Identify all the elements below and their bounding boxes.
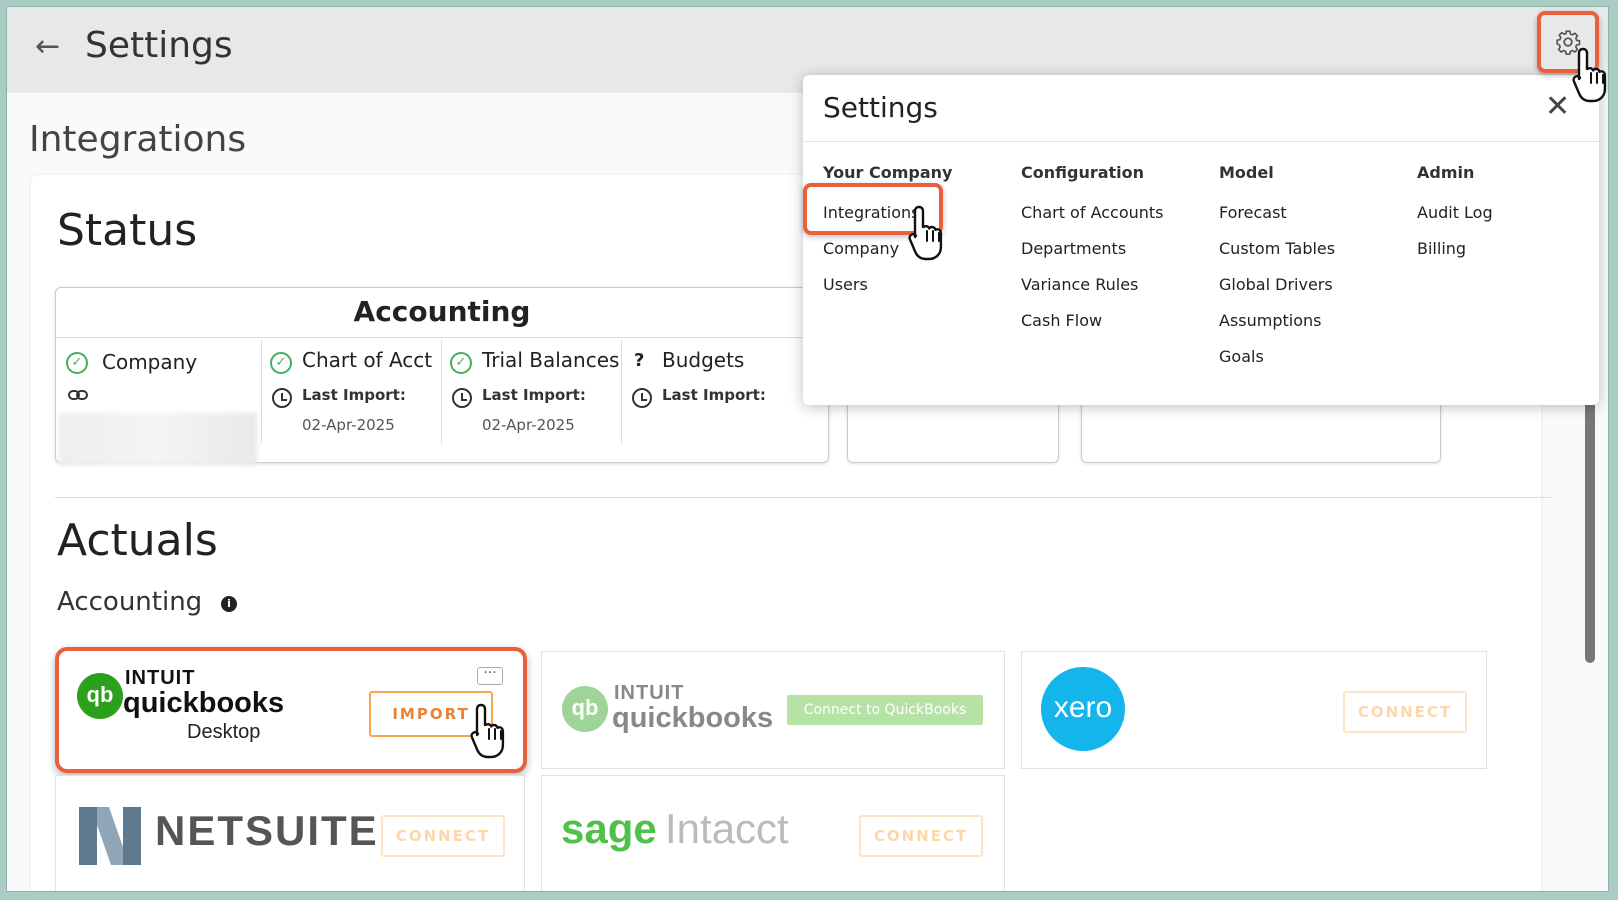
accounting-status-heading: Accounting	[56, 288, 828, 338]
popup-divider	[803, 141, 1599, 142]
clock-icon	[632, 388, 652, 408]
blurred-company-name	[59, 413, 257, 465]
menu-item-assumptions[interactable]: Assumptions	[1219, 311, 1321, 330]
close-icon[interactable]: ✕	[1545, 89, 1570, 124]
clock-icon	[272, 388, 292, 408]
connect-to-quickbooks-button[interactable]: Connect to QuickBooks	[787, 695, 983, 725]
app-window: ← Settings Integrations Status Accountin…	[6, 6, 1609, 892]
status-item-chart-of-acct: ✓ Chart of Acct Last Import: 02-Apr-2025	[262, 340, 442, 444]
status-item-name: Trial Balances	[482, 348, 620, 372]
check-circle-icon: ✓	[270, 352, 292, 374]
hand-cursor-icon	[470, 703, 505, 759]
brand-netsuite: NETSUITE	[155, 807, 379, 854]
menu-item-company[interactable]: Company	[823, 239, 899, 258]
last-import-date: 02-Apr-2025	[302, 416, 395, 434]
xero-logo-icon: xero	[1041, 667, 1125, 751]
menu-item-goals[interactable]: Goals	[1219, 347, 1264, 366]
netsuite-logo-icon	[79, 807, 141, 865]
menu-item-billing[interactable]: Billing	[1417, 239, 1466, 258]
last-import-label: Last Import:	[662, 386, 766, 404]
quickbooks-logo-icon: qb	[77, 673, 123, 719]
xero-connect-button[interactable]: CONNECT	[1343, 691, 1467, 733]
status-box-partial	[1081, 397, 1441, 463]
brand-quickbooks: quickbooks	[612, 702, 774, 734]
check-circle-icon: ✓	[66, 352, 88, 374]
status-item-name: Budgets	[662, 348, 745, 372]
quickbooks-logo-icon: qb	[562, 686, 608, 732]
back-arrow-icon[interactable]: ←	[35, 29, 60, 64]
page-title: Integrations	[29, 119, 247, 160]
netsuite-connect-button[interactable]: CONNECT	[381, 815, 505, 857]
question-icon: ?	[634, 350, 645, 371]
actuals-title: Actuals	[57, 515, 218, 566]
menu-item-integrations[interactable]: Integrations	[823, 203, 920, 222]
sage-intacct-connect-button[interactable]: CONNECT	[859, 815, 983, 857]
status-item-name: Chart of Acct	[302, 348, 433, 372]
link-icon[interactable]	[68, 388, 88, 402]
hand-cursor-icon	[1572, 47, 1607, 103]
accounting-subtitle: Accounting	[57, 587, 203, 617]
menu-item-audit-log[interactable]: Audit Log	[1417, 203, 1493, 222]
status-title: Status	[57, 205, 198, 256]
status-item-trial-balances: ✓ Trial Balances Last Import: 02-Apr-202…	[442, 340, 622, 444]
status-item-name: Company	[102, 350, 198, 374]
last-import-date: 02-Apr-2025	[482, 416, 575, 434]
menu-heading-admin: Admin	[1417, 163, 1475, 182]
clock-icon	[452, 388, 472, 408]
brand-desktop: Desktop	[187, 721, 261, 743]
status-item-budgets: ? Budgets Last Import:	[622, 340, 802, 444]
menu-item-variance-rules[interactable]: Variance Rules	[1021, 275, 1138, 294]
info-icon[interactable]: i	[221, 596, 237, 612]
hand-cursor-icon	[908, 205, 943, 261]
last-import-label: Last Import:	[302, 386, 406, 404]
menu-item-custom-tables[interactable]: Custom Tables	[1219, 239, 1335, 258]
brand-sage: sage	[561, 805, 657, 852]
menu-item-forecast[interactable]: Forecast	[1219, 203, 1287, 222]
more-options-button[interactable]: ···	[477, 666, 503, 685]
menu-item-departments[interactable]: Departments	[1021, 239, 1126, 258]
menu-heading-model: Model	[1219, 163, 1274, 182]
integration-card-quickbooks-desktop: qb INTUIT quickbooks Desktop ··· IMPORT	[55, 647, 527, 773]
menu-item-chart-of-accounts[interactable]: Chart of Accounts	[1021, 203, 1164, 222]
check-circle-icon: ✓	[450, 352, 472, 374]
brand-intacct: Intacct	[665, 805, 789, 852]
menu-item-global-drivers[interactable]: Global Drivers	[1219, 275, 1333, 294]
menu-item-users[interactable]: Users	[823, 275, 868, 294]
topbar-title: Settings	[85, 25, 233, 66]
status-box-partial	[847, 397, 1059, 463]
last-import-label: Last Import:	[482, 386, 586, 404]
scrollbar[interactable]	[1585, 387, 1595, 663]
section-divider	[55, 497, 1551, 498]
menu-item-cash-flow[interactable]: Cash Flow	[1021, 311, 1102, 330]
brand-quickbooks: quickbooks	[123, 687, 285, 719]
popup-title: Settings	[823, 91, 938, 124]
menu-heading-configuration: Configuration	[1021, 163, 1145, 182]
menu-heading-your-company: Your Company	[823, 163, 953, 182]
